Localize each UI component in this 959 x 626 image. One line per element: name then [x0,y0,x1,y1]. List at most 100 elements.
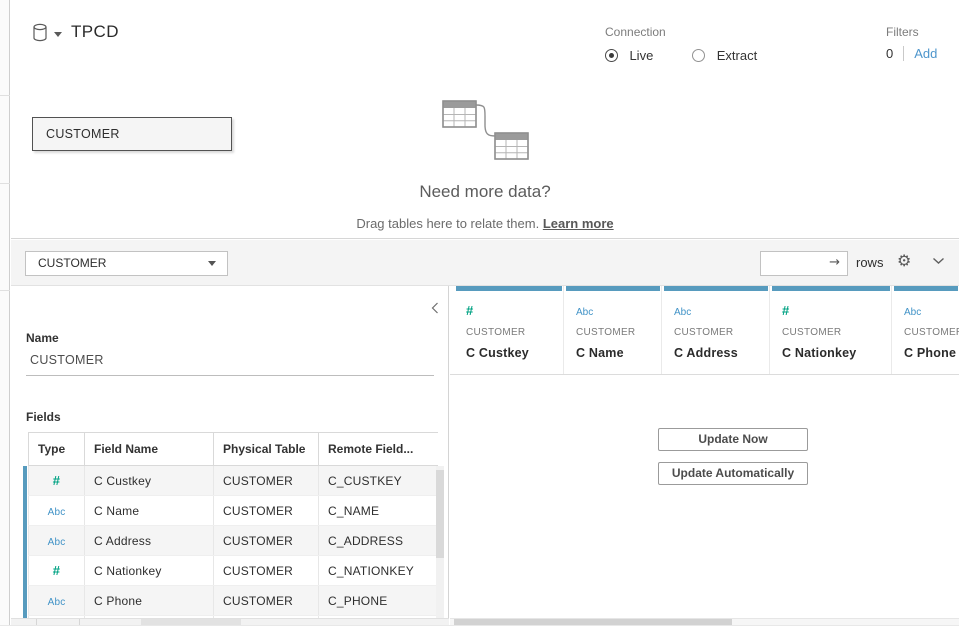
string-type-icon: Abc [48,597,66,608]
physical-table-cell: CUSTOMER [214,556,319,586]
remote-field-cell: C_NATIONKEY [319,556,439,586]
grid-column-header[interactable]: # CUSTOMER C Nationkey [772,286,892,374]
field-name-cell: C Address [85,526,214,556]
string-type-icon: Abc [576,307,593,318]
grid-column-header[interactable]: Abc CUSTOMER C Address [664,286,770,374]
logical-table-pill[interactable]: CUSTOMER [32,117,232,151]
grid-column-header[interactable]: # CUSTOMER C Custkey [456,286,564,374]
column-table-label: CUSTOMER [782,327,891,338]
remote-field-cell: C_CUSTKEY [319,466,439,496]
radio-extract-label[interactable]: Extract [717,48,757,63]
physical-table-cell: CUSTOMER [214,526,319,556]
row-limit-box: → [760,251,848,276]
grid-column-header[interactable]: Abc CUSTOMER C Phone [894,286,959,374]
string-type-icon: Abc [674,307,691,318]
column-field-label: C Nationkey [782,346,891,360]
row-limit-input[interactable] [767,253,825,274]
relationship-canvas: TPCD Connection Live Extract Filters 0 A… [11,0,959,239]
fields-table-wrap: Type Field Name Physical Table Remote Fi… [28,432,438,618]
strip-divider [0,95,10,96]
database-icon[interactable] [30,22,50,44]
fields-table: Type Field Name Physical Table Remote Fi… [28,432,438,618]
type-cell: # [29,466,85,496]
grid-column-header[interactable]: Abc CUSTOMER C Name [566,286,662,374]
table-row[interactable]: Abc C Name CUSTOMER C_NAME [29,496,439,526]
remote-field-cell: C_NAME [319,496,439,526]
col-header-physical-table[interactable]: Physical Table [214,433,319,466]
fields-vertical-scrollbar-thumb[interactable] [436,470,444,558]
fields-label: Fields [26,410,61,424]
column-table-label: CUSTOMER [674,327,769,338]
col-header-remote-field[interactable]: Remote Field... [319,433,439,466]
column-table-label: CUSTOMER [576,327,661,338]
number-type-icon: # [782,303,789,318]
fields-vertical-scrollbar [436,466,444,618]
type-cell: Abc [29,526,85,556]
chevron-down-icon [208,261,216,266]
physical-table-cell: CUSTOMER [214,496,319,526]
table-row[interactable]: Abc C Address CUSTOMER C_ADDRESS [29,526,439,556]
datasource-page: TPCD Connection Live Extract Filters 0 A… [0,0,959,626]
radio-live-icon[interactable] [605,49,618,62]
radio-live[interactable]: Live [605,47,653,65]
table-row[interactable]: # C Nationkey CUSTOMER C_NATIONKEY [29,556,439,586]
strip-divider [0,183,10,184]
table-name-field[interactable] [30,353,430,367]
update-now-button[interactable]: Update Now [658,428,808,451]
update-automatically-button[interactable]: Update Automatically [658,462,808,485]
field-name-cell: C Nationkey [85,556,214,586]
physical-table-cell: CUSTOMER [214,466,319,496]
left-edge-strip [0,0,10,626]
column-table-label: CUSTOMER [904,327,959,338]
gear-icon[interactable]: ⚙ [897,251,911,270]
rows-label: rows [856,255,883,270]
radio-live-label[interactable]: Live [629,48,653,63]
collapse-panel-icon[interactable] [431,302,439,314]
col-header-type[interactable]: Type [29,433,85,466]
table-row[interactable]: # C Custkey CUSTOMER C_CUSTKEY [29,466,439,496]
string-type-icon: Abc [904,307,921,318]
connection-label: Connection [605,25,757,39]
grid-horizontal-scrollbar [450,618,959,625]
number-type-icon: # [53,563,60,578]
right-arrow-icon[interactable]: → [829,255,840,270]
physical-table-cell: CUSTOMER [214,586,319,616]
learn-more-link[interactable]: Learn more [543,216,614,231]
radio-extract-icon[interactable] [692,49,705,62]
table-row[interactable]: Abc C Phone CUSTOMER C_PHONE [29,586,439,616]
table-select-dropdown[interactable]: CUSTOMER [25,251,228,276]
column-field-label: C Name [576,346,661,360]
filters-add-link[interactable]: Add [914,46,937,61]
field-name-cell: C Custkey [85,466,214,496]
number-type-icon: # [466,303,473,318]
type-cell: # [29,556,85,586]
column-field-label: C Custkey [466,346,563,360]
grid-header-divider [450,374,959,375]
chevron-down-icon[interactable] [932,257,945,265]
string-type-icon: Abc [48,507,66,518]
type-cell: Abc [29,496,85,526]
radio-extract[interactable]: Extract [692,47,757,65]
col-header-field-name[interactable]: Field Name [85,433,214,466]
remote-field-cell: C_PHONE [319,586,439,616]
database-caret-icon[interactable] [54,32,62,37]
name-field-underline [26,375,434,376]
fields-header-row: Type Field Name Physical Table Remote Fi… [29,433,439,466]
fields-accent-bar [23,466,27,626]
filters-divider [903,46,904,61]
empty-state-hint: Drag tables here to relate them. Learn m… [11,216,959,231]
number-type-icon: # [53,473,60,488]
table-select-value: CUSTOMER [38,256,106,270]
data-grid-panel: # CUSTOMER C Custkey Abc CUSTOMER C Name… [450,286,959,626]
empty-state-hint-text: Drag tables here to relate them. [356,216,539,231]
column-field-label: C Phone [904,346,959,360]
connection-group: Connection Live Extract [605,25,757,65]
column-table-label: CUSTOMER [466,327,563,338]
filters-label: Filters [886,25,937,39]
field-name-cell: C Phone [85,586,214,616]
strip-divider [0,290,10,291]
join-tables-icon [437,93,537,165]
string-type-icon: Abc [48,537,66,548]
datasource-title: TPCD [71,22,119,42]
table-toolbar: CUSTOMER → rows ⚙ [11,240,959,286]
